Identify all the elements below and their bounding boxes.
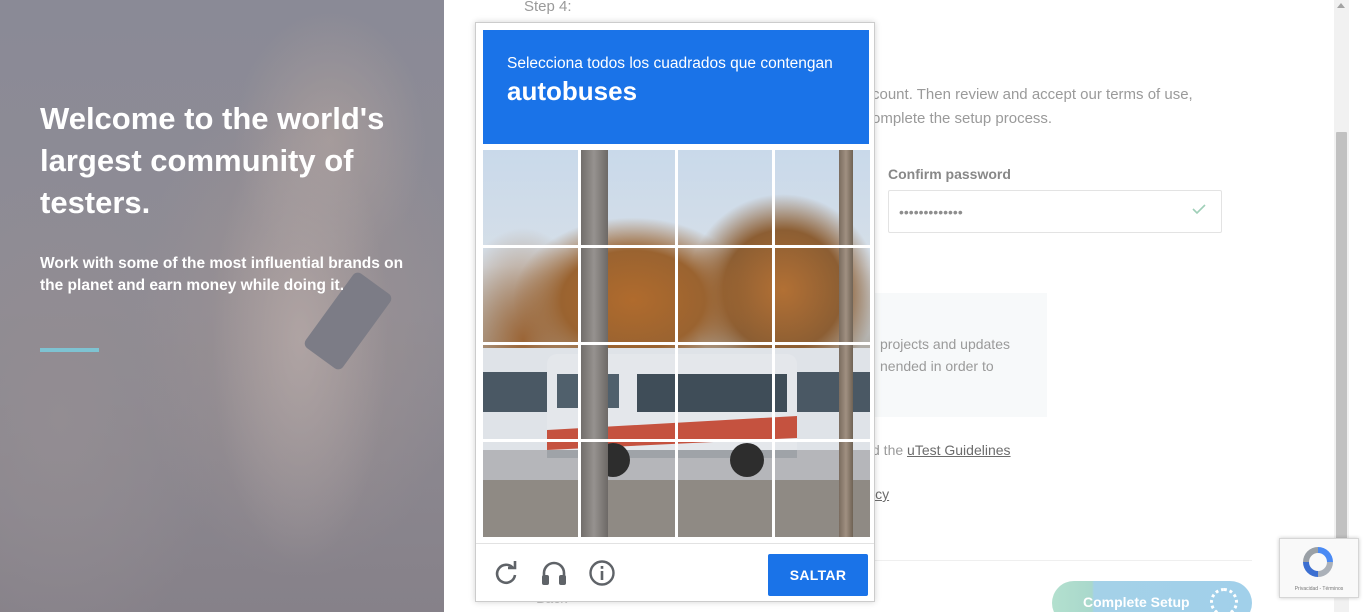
captcha-tile[interactable] — [483, 441, 579, 537]
intro-text: count. Then review and accept our terms … — [872, 86, 1193, 127]
captcha-tile[interactable] — [774, 150, 870, 246]
captcha-tile[interactable] — [580, 441, 676, 537]
info-icon[interactable] — [588, 559, 616, 587]
recaptcha-legal[interactable]: Privacidad - Términos — [1280, 586, 1358, 592]
scroll-up-arrow-icon[interactable] — [1337, 3, 1345, 8]
captcha-keyword: autobuses — [507, 76, 638, 106]
captcha-tile[interactable] — [580, 344, 676, 440]
captcha-footer: SALTAR — [476, 543, 874, 601]
confirm-password-label: Confirm password — [888, 166, 1011, 182]
captcha-tile[interactable] — [677, 344, 773, 440]
hero-panel: Welcome to the world's largest community… — [0, 0, 444, 612]
guidelines-line: d the uTest Guidelines — [872, 442, 1011, 458]
scroll-thumb[interactable] — [1336, 132, 1347, 542]
captcha-tile[interactable] — [483, 150, 579, 246]
window-edge — [1349, 0, 1366, 612]
captcha-tile[interactable] — [677, 247, 773, 343]
captcha-tile[interactable] — [580, 247, 676, 343]
headphones-icon[interactable] — [540, 559, 568, 587]
captcha-tile[interactable] — [774, 247, 870, 343]
captcha-tile[interactable] — [774, 441, 870, 537]
captcha-tile[interactable] — [483, 247, 579, 343]
hero-accent-bar — [40, 348, 99, 352]
recaptcha-badge[interactable]: Privacidad - Términos — [1279, 538, 1359, 598]
captcha-tile[interactable] — [677, 150, 773, 246]
captcha-tile[interactable] — [774, 344, 870, 440]
captcha-header: Selecciona todos los cuadrados que conte… — [483, 30, 869, 144]
captcha-instruction: Selecciona todos los cuadrados que conte… — [507, 55, 833, 72]
info-text: projects and updates nended in order to — [880, 336, 1010, 374]
page-scrollbar[interactable] — [1334, 0, 1349, 612]
step-label: Step 4: — [524, 0, 572, 15]
captcha-tile[interactable] — [580, 150, 676, 246]
hero-title: Welcome to the world's largest community… — [40, 101, 385, 220]
confirm-password-input[interactable] — [888, 190, 1222, 233]
skip-button[interactable]: SALTAR — [768, 554, 868, 596]
checkmark-icon — [1192, 202, 1206, 219]
utest-guidelines-link[interactable]: uTest Guidelines — [907, 442, 1011, 458]
captcha-challenge: Selecciona todos los cuadrados que conte… — [475, 22, 875, 602]
captcha-tile[interactable] — [483, 344, 579, 440]
captcha-tile[interactable] — [677, 441, 773, 537]
reload-icon[interactable] — [492, 559, 520, 587]
recaptcha-logo-icon — [1303, 547, 1333, 577]
guidelines-prefix: d the — [872, 442, 908, 458]
hero-subtitle: Work with some of the most influential b… — [40, 255, 404, 294]
loading-spinner-icon — [1210, 588, 1238, 612]
